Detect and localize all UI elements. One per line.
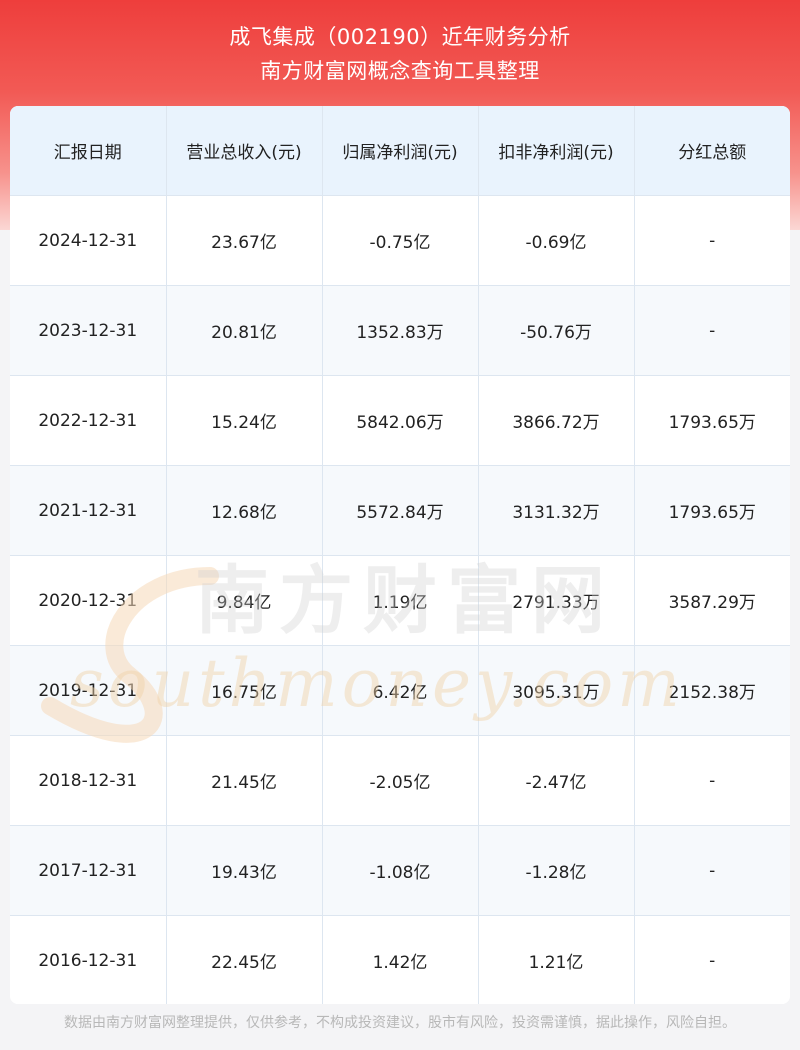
table-row: 2020-12-31 9.84亿 1.19亿 2791.33万 3587.29万 bbox=[10, 555, 790, 646]
cell-revenue: 22.45亿 bbox=[166, 915, 323, 1004]
disclaimer-text: 数据由南方财富网整理提供，仅供参考，不构成投资建议，股市有风险，投资需谨慎，据此… bbox=[64, 1015, 736, 1031]
cell-dividend: - bbox=[634, 825, 790, 916]
cell-revenue: 12.68亿 bbox=[166, 465, 323, 556]
cell-adjusted-net-profit: -2.47亿 bbox=[478, 735, 635, 826]
cell-dividend: 1793.65万 bbox=[634, 375, 790, 466]
cell-dividend: 1793.65万 bbox=[634, 465, 790, 556]
financial-table: 汇报日期 营业总收入(元) 归属净利润(元) 扣非净利润(元) 分红总额 202… bbox=[10, 106, 790, 1004]
table-row: 2024-12-31 23.67亿 -0.75亿 -0.69亿 - bbox=[10, 195, 790, 286]
column-header-dividend: 分红总额 bbox=[634, 106, 790, 196]
column-header-date: 汇报日期 bbox=[10, 106, 167, 196]
financial-table-card: 汇报日期 营业总收入(元) 归属净利润(元) 扣非净利润(元) 分红总额 202… bbox=[10, 106, 790, 1004]
cell-revenue: 16.75亿 bbox=[166, 645, 323, 736]
cell-revenue: 19.43亿 bbox=[166, 825, 323, 916]
cell-adjusted-net-profit: 3866.72万 bbox=[478, 375, 635, 466]
table-row: 2019-12-31 16.75亿 6.42亿 3095.31万 2152.38… bbox=[10, 645, 790, 736]
table-row: 2017-12-31 19.43亿 -1.08亿 -1.28亿 - bbox=[10, 825, 790, 916]
cell-revenue: 20.81亿 bbox=[166, 285, 323, 376]
cell-net-profit: 5572.84万 bbox=[322, 465, 479, 556]
cell-net-profit: 1.19亿 bbox=[322, 555, 479, 646]
cell-adjusted-net-profit: -1.28亿 bbox=[478, 825, 635, 916]
cell-dividend: - bbox=[634, 285, 790, 376]
cell-net-profit: 6.42亿 bbox=[322, 645, 479, 736]
title-line-1: 成飞集成（002190）近年财务分析 bbox=[229, 25, 571, 49]
title-line-2: 南方财富网概念查询工具整理 bbox=[260, 59, 540, 83]
cell-date: 2022-12-31 bbox=[10, 375, 167, 466]
cell-date: 2024-12-31 bbox=[10, 195, 167, 286]
cell-adjusted-net-profit: 3131.32万 bbox=[478, 465, 635, 556]
column-header-revenue: 营业总收入(元) bbox=[166, 106, 323, 196]
page-title: 成飞集成（002190）近年财务分析 南方财富网概念查询工具整理 bbox=[0, 20, 800, 88]
cell-revenue: 21.45亿 bbox=[166, 735, 323, 826]
table-row: 2018-12-31 21.45亿 -2.05亿 -2.47亿 - bbox=[10, 735, 790, 826]
cell-date: 2019-12-31 bbox=[10, 645, 167, 736]
cell-net-profit: -2.05亿 bbox=[322, 735, 479, 826]
cell-date: 2021-12-31 bbox=[10, 465, 167, 556]
cell-date: 2023-12-31 bbox=[10, 285, 167, 376]
cell-net-profit: -0.75亿 bbox=[322, 195, 479, 286]
column-header-net-profit: 归属净利润(元) bbox=[322, 106, 479, 196]
table-row: 2023-12-31 20.81亿 1352.83万 -50.76万 - bbox=[10, 285, 790, 376]
cell-dividend: - bbox=[634, 735, 790, 826]
cell-revenue: 9.84亿 bbox=[166, 555, 323, 646]
cell-net-profit: 1352.83万 bbox=[322, 285, 479, 376]
cell-net-profit: -1.08亿 bbox=[322, 825, 479, 916]
column-header-adjusted-net-profit: 扣非净利润(元) bbox=[478, 106, 635, 196]
cell-adjusted-net-profit: 3095.31万 bbox=[478, 645, 635, 736]
cell-adjusted-net-profit: 2791.33万 bbox=[478, 555, 635, 646]
cell-dividend: 3587.29万 bbox=[634, 555, 790, 646]
cell-date: 2016-12-31 bbox=[10, 915, 167, 1004]
cell-adjusted-net-profit: -0.69亿 bbox=[478, 195, 635, 286]
cell-adjusted-net-profit: 1.21亿 bbox=[478, 915, 635, 1004]
cell-date: 2018-12-31 bbox=[10, 735, 167, 826]
cell-net-profit: 1.42亿 bbox=[322, 915, 479, 1004]
cell-dividend: 2152.38万 bbox=[634, 645, 790, 736]
cell-date: 2020-12-31 bbox=[10, 555, 167, 646]
table-row: 2016-12-31 22.45亿 1.42亿 1.21亿 - bbox=[10, 915, 790, 1004]
table-header-row: 汇报日期 营业总收入(元) 归属净利润(元) 扣非净利润(元) 分红总额 bbox=[10, 106, 790, 196]
cell-revenue: 15.24亿 bbox=[166, 375, 323, 466]
cell-dividend: - bbox=[634, 915, 790, 1004]
cell-adjusted-net-profit: -50.76万 bbox=[478, 285, 635, 376]
cell-revenue: 23.67亿 bbox=[166, 195, 323, 286]
table-row: 2021-12-31 12.68亿 5572.84万 3131.32万 1793… bbox=[10, 465, 790, 556]
cell-dividend: - bbox=[634, 195, 790, 286]
cell-net-profit: 5842.06万 bbox=[322, 375, 479, 466]
table-row: 2022-12-31 15.24亿 5842.06万 3866.72万 1793… bbox=[10, 375, 790, 466]
cell-date: 2017-12-31 bbox=[10, 825, 167, 916]
